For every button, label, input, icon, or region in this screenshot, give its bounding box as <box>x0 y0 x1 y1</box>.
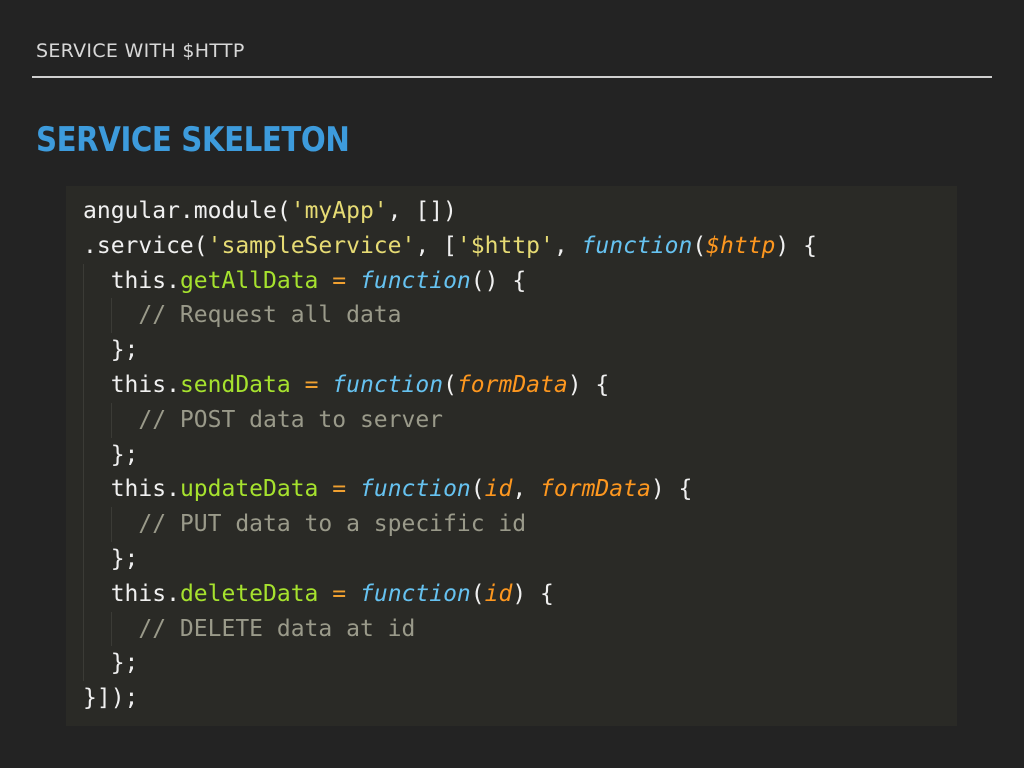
code-token-str: '$http' <box>456 232 554 259</box>
indent-guide <box>83 576 84 612</box>
code-token-param: formData <box>456 371 568 398</box>
code-token-plain: ( <box>470 476 485 503</box>
code-line: this.updateData = function(id, formData)… <box>83 472 817 508</box>
code-token-plain: , []) <box>387 198 457 224</box>
code-token-plain: , <box>553 232 582 259</box>
code-token-plain: this. <box>83 267 180 294</box>
code-token-param: id <box>484 580 513 607</box>
code-token-param: $http <box>706 232 776 259</box>
code-line: // Request all data <box>83 298 817 334</box>
indent-guide <box>83 402 84 438</box>
code-token-method: sendData <box>179 371 291 398</box>
code-token-str: 'sampleService' <box>207 232 416 259</box>
code-token-plain: ) { <box>512 580 554 607</box>
code-token-plain: }; <box>83 650 139 677</box>
code-line: // DELETE data at id <box>83 611 817 647</box>
code-line: .service('sampleService', ['$http', func… <box>83 229 817 264</box>
indent-guide <box>83 507 84 542</box>
code-token-cm: // DELETE data at id <box>138 615 416 642</box>
code-token-eq: = <box>332 267 347 294</box>
code-token-param: formData <box>540 476 651 503</box>
code-token-plain: ( <box>470 580 485 607</box>
code-line: // PUT data to a specific id <box>83 507 817 542</box>
code-line: this.deleteData = function(id) { <box>83 576 817 612</box>
indent-guide <box>83 367 84 403</box>
code-token-plain: this. <box>83 580 180 607</box>
code-token-method: getAllData <box>179 267 319 294</box>
code-token-plain: () { <box>470 267 527 294</box>
indent-guide <box>83 611 84 647</box>
code-line: this.sendData = function(formData) { <box>83 367 817 403</box>
code-token-cm: // PUT data to a specific id <box>138 511 527 538</box>
code-token-plain: ) { <box>567 371 610 398</box>
code-line: angular.module('myApp', []) <box>83 194 817 229</box>
code-token-plain: }]); <box>83 685 139 712</box>
code-token-kw: function <box>360 267 471 294</box>
code-token-cm: // POST data to server <box>138 406 444 433</box>
code-token-kw: function <box>581 232 693 259</box>
code-token-kw: function <box>332 371 444 398</box>
indent-guide <box>83 333 84 368</box>
code-token-plain: this. <box>83 371 180 398</box>
code-token-plain: }; <box>83 441 139 468</box>
indent-guide <box>110 507 112 542</box>
code-lines: angular.module('myApp', []) .service('sam… <box>83 194 817 716</box>
code-token-plain: }; <box>83 337 139 364</box>
code-token-param: id <box>484 476 513 503</box>
code-token-str: 'myApp' <box>290 198 388 224</box>
code-token-plain: this. <box>83 476 180 503</box>
header-divider <box>32 76 992 78</box>
code-token-eq: = <box>304 371 319 398</box>
code-line: }; <box>83 333 817 368</box>
code-token-plain: ) { <box>775 232 817 259</box>
indent-guide <box>83 437 84 473</box>
code-block: angular.module('myApp', []) .service('sam… <box>66 186 957 726</box>
indent-guide <box>110 298 112 334</box>
indent-guide <box>83 646 84 682</box>
code-line: }; <box>83 541 817 577</box>
code-line: // POST data to server <box>83 402 817 438</box>
code-token-plain: }; <box>83 545 139 572</box>
code-token-plain: , [ <box>415 232 457 259</box>
indent-guide <box>83 298 84 334</box>
section-header: SERVICE WITH $HTTP <box>36 40 245 62</box>
indent-guide <box>83 541 84 577</box>
code-token-plain: ( <box>443 371 457 398</box>
code-line: }; <box>83 646 817 682</box>
code-token-plain: ( <box>692 232 707 259</box>
code-token-plain: .service( <box>83 232 208 259</box>
code-line: }]); <box>83 681 817 716</box>
indent-guide <box>110 611 112 647</box>
code-token-plain: , <box>512 476 541 503</box>
code-token-plain: angular.module( <box>83 198 291 224</box>
code-token-method: updateData <box>179 476 319 503</box>
code-token-kw: function <box>360 580 471 607</box>
slide-title: SERVICE SKELETON <box>36 120 350 160</box>
code-token-eq: = <box>332 476 347 503</box>
code-token-cm: // Request all data <box>138 302 402 329</box>
code-line: this.getAllData = function() { <box>83 263 817 299</box>
code-token-eq: = <box>332 580 347 607</box>
code-token-kw: function <box>360 476 471 503</box>
code-token-method: deleteData <box>179 580 319 607</box>
indent-guide <box>83 263 84 299</box>
indent-guide <box>83 472 84 508</box>
code-line: }; <box>83 437 817 473</box>
indent-guide <box>110 402 112 438</box>
code-token-plain: ) { <box>650 476 693 503</box>
